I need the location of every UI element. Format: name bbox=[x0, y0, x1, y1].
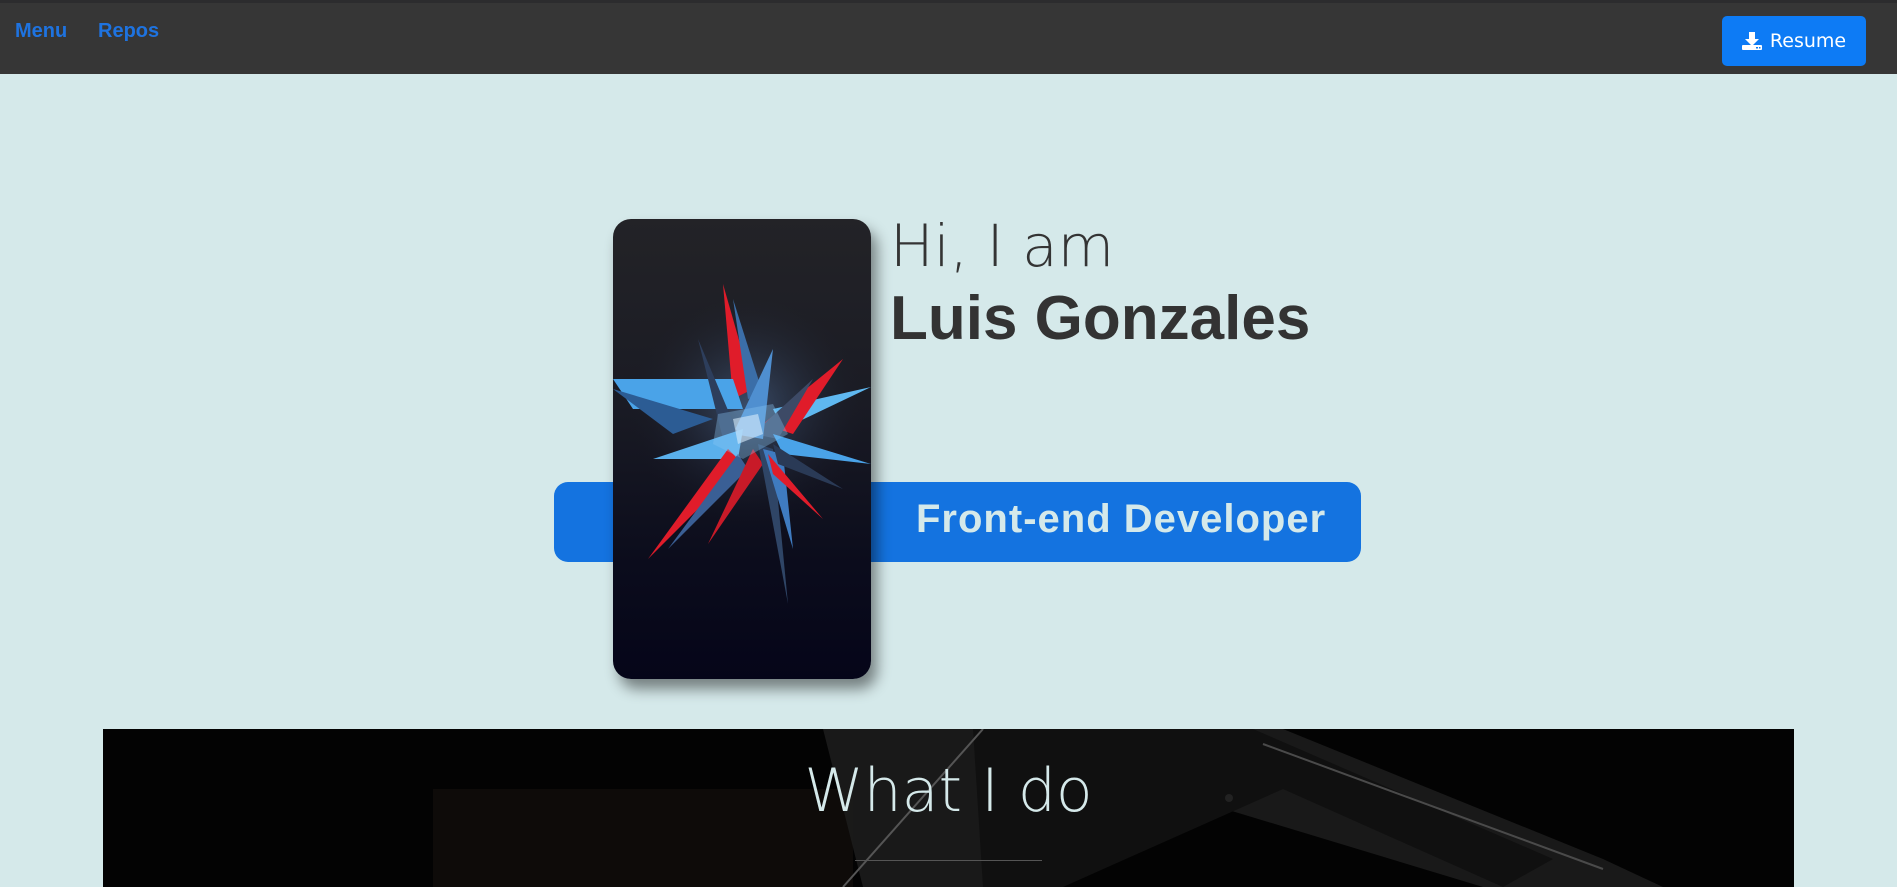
abstract-crystal-art bbox=[613, 284, 871, 604]
person-name: Luis Gonzales bbox=[890, 284, 1311, 353]
what-i-do-section: What I do bbox=[103, 729, 1794, 887]
nav-link-menu[interactable]: Menu bbox=[15, 20, 67, 43]
nav-link-repos[interactable]: Repos bbox=[98, 20, 159, 43]
resume-button-label: Resume bbox=[1769, 30, 1847, 52]
top-navbar: Menu Repos Resume bbox=[0, 0, 1897, 74]
download-icon bbox=[1741, 32, 1762, 50]
phone-image bbox=[613, 219, 871, 679]
resume-button[interactable]: Resume bbox=[1722, 16, 1866, 66]
section-divider bbox=[855, 860, 1042, 861]
section-title: What I do bbox=[804, 756, 1093, 826]
greeting-text: Hi, I am bbox=[890, 212, 1115, 280]
role-title: Front-end Developer bbox=[916, 497, 1327, 541]
